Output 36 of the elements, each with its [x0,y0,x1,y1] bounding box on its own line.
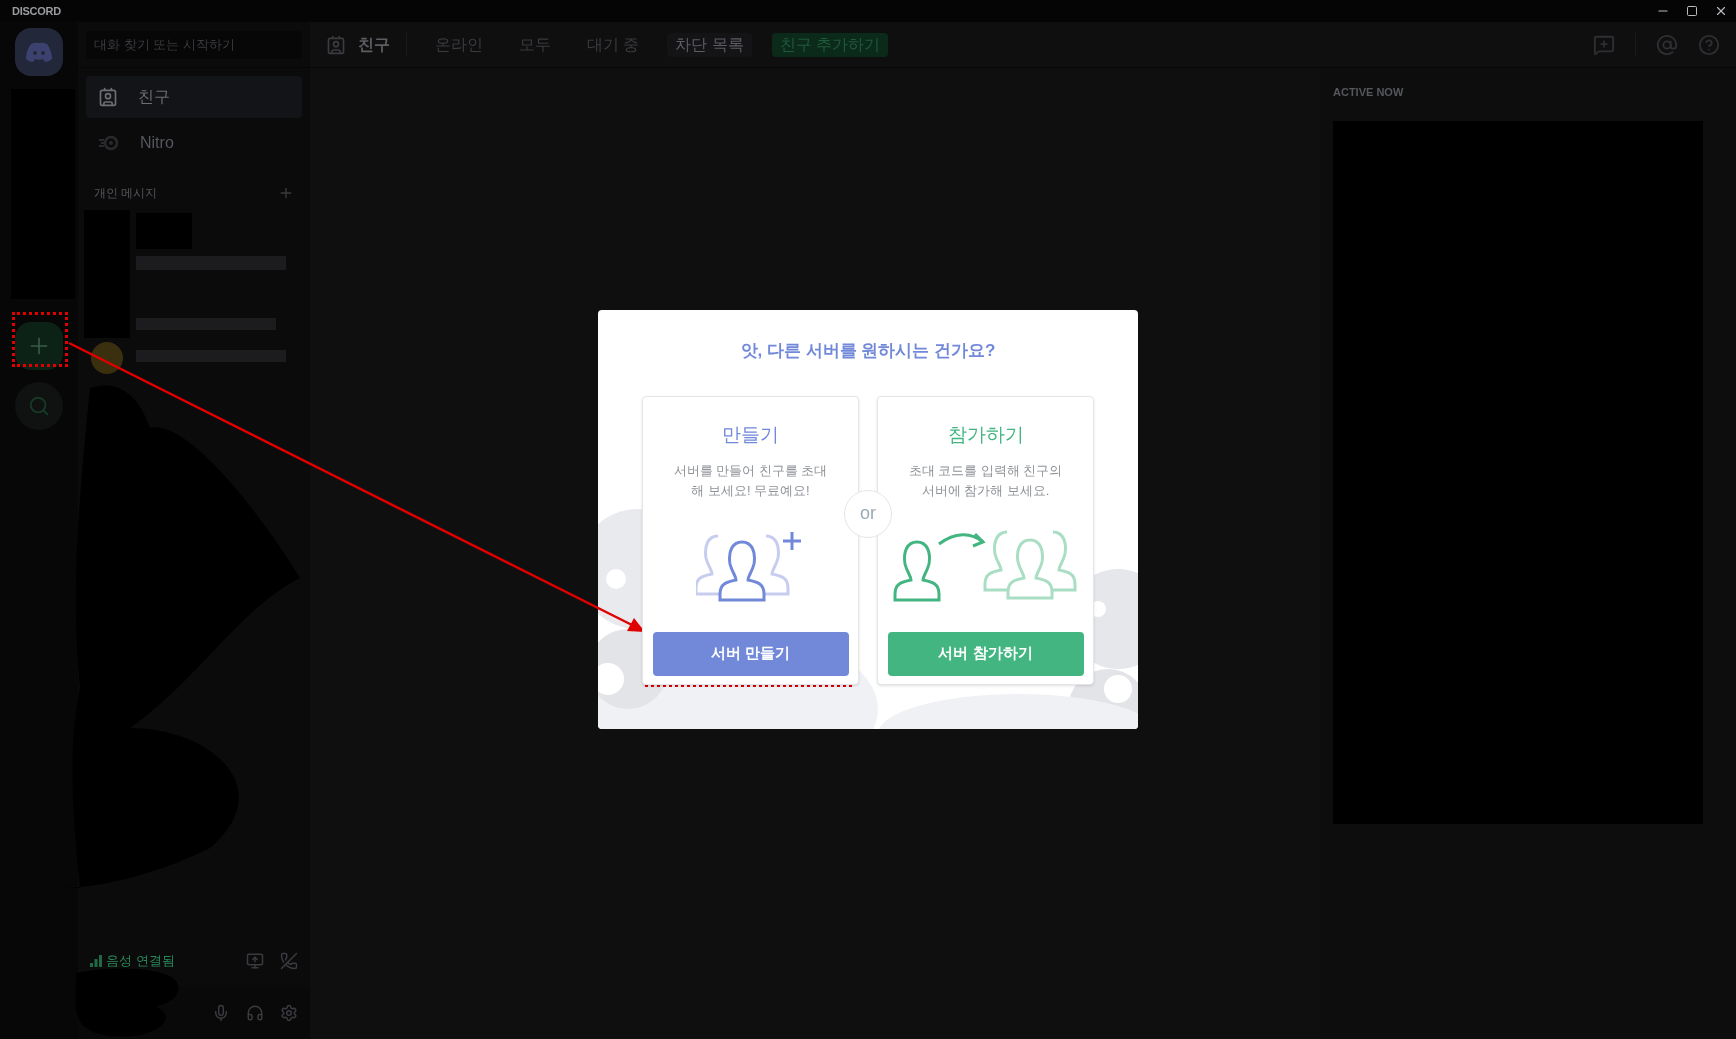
friends-icon [326,34,346,55]
microphone-icon[interactable] [212,1004,230,1022]
add-server-button[interactable] [15,322,63,370]
create-server-button[interactable]: 서버 만들기 [652,631,849,676]
maximize-icon[interactable] [1686,5,1698,17]
card-title: 만들기 [722,422,779,447]
sidebar-item[interactable]: Nitro [86,122,302,164]
card-description: 초대 코드를 입력해 친구의 서버에 참가해 보세요. [907,462,1064,500]
headphones-icon[interactable] [246,1004,264,1022]
settings-icon[interactable] [280,1004,298,1022]
card-title: 참가하기 [947,422,1024,447]
card-description: 서버를 만들어 친구를 초대해 보세요! 무료예요! [672,462,829,500]
sidebar-item[interactable]: 친구 [86,76,302,118]
search-icon [28,395,50,417]
friends-icon [98,87,118,107]
header-title: 친구 [358,34,390,55]
home-button[interactable] [15,28,63,76]
new-group-dm-icon[interactable] [1593,33,1615,56]
tab[interactable]: 차단 목록 [667,32,752,57]
signal-icon [90,955,102,967]
close-icon[interactable] [1714,4,1728,18]
help-icon[interactable] [1698,33,1720,56]
explore-button[interactable] [15,382,63,430]
highlight-box [12,312,68,367]
voice-status: 음성 연결됨 [106,952,175,971]
section-header: 개인 메시지 [94,185,158,202]
join-server-button[interactable]: 서버 참가하기 [887,631,1084,676]
mention-icon[interactable] [1656,33,1678,56]
modal-title: 앗, 다른 서버를 원하시는 건가요? [740,340,996,362]
screen-share-icon[interactable] [246,952,264,970]
app-title: DISCORD [12,3,61,19]
add-dm-icon[interactable] [278,185,294,201]
nitro-icon [98,134,120,152]
active-now-title: ACTIVE NOW [1333,85,1405,100]
disconnect-icon[interactable] [280,952,298,970]
controller-logo-icon [25,42,53,62]
